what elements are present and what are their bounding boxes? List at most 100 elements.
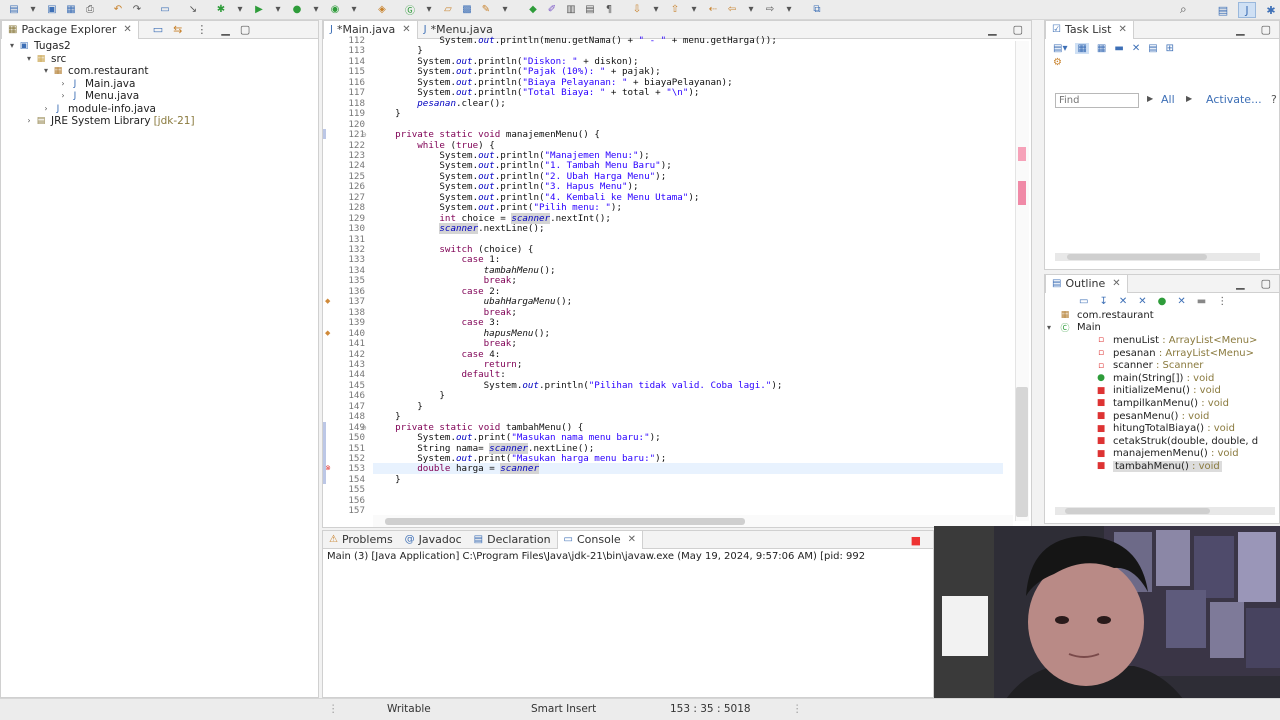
code-line[interactable]: break; — [373, 338, 517, 349]
categorized-icon[interactable]: ▦ — [1075, 42, 1089, 54]
close-icon[interactable]: ✕ — [1112, 278, 1120, 289]
hide-local-types-icon[interactable]: ✕ — [1177, 296, 1185, 307]
dropdown-icon[interactable]: ▾ — [648, 3, 664, 17]
code-line[interactable]: default: — [373, 369, 506, 380]
code-line[interactable]: System.out.println("Biaya Pelayanan: " +… — [373, 77, 732, 88]
dropdown-icon[interactable]: ▾ — [25, 3, 41, 17]
outline-item[interactable]: ■ cetakStruk(double, double, d — [1045, 435, 1279, 448]
debug-icon[interactable]: ✱ — [213, 3, 229, 17]
chevron-right-icon[interactable]: › — [58, 78, 68, 91]
find-input[interactable]: Find — [1055, 93, 1139, 108]
activate-link[interactable]: Activate... — [1206, 93, 1262, 106]
java-perspective-icon[interactable]: J — [1238, 2, 1256, 18]
code-line[interactable]: } — [373, 390, 445, 401]
back-icon[interactable]: ⇦ — [724, 3, 740, 17]
code-line[interactable]: System.out.print("Pilih menu: "); — [373, 202, 622, 213]
save-all-icon[interactable]: ▦ — [63, 3, 79, 17]
tab-console[interactable]: ▭ Console ✕ — [556, 530, 644, 549]
open-type-icon[interactable]: ▱ — [440, 3, 456, 17]
code-line[interactable]: } — [373, 401, 423, 412]
code-line[interactable]: System.out.println("Pilihan tidak valid.… — [373, 380, 783, 391]
expand-all-icon[interactable]: ▤ — [1148, 43, 1157, 54]
search-icon[interactable]: ⌕ — [1180, 2, 1187, 17]
code-line[interactable]: while (true) { — [373, 140, 495, 151]
outline-item[interactable]: ■ tambahMenu() : void — [1045, 460, 1279, 473]
editor-horizontal-scrollbar[interactable] — [373, 515, 1013, 527]
code-line[interactable]: String nama= scanner.nextLine(); — [373, 442, 594, 454]
minimize-icon[interactable]: ▁ — [988, 23, 996, 36]
dropdown-icon[interactable]: ▾ — [421, 3, 437, 17]
code-line[interactable]: } — [373, 108, 401, 119]
minimize-icon[interactable]: ▁ — [1236, 23, 1244, 36]
open-perspective-icon[interactable]: ▤ — [1214, 2, 1232, 18]
scheduled-icon[interactable]: ▦ — [1097, 43, 1106, 54]
chevron-down-icon[interactable]: ▾ — [7, 40, 17, 53]
code-line[interactable]: tambahMenu(); — [373, 265, 556, 276]
outline-item[interactable]: ■ pesanMenu() : void — [1045, 410, 1279, 423]
code-line[interactable]: System.out.println("4. Kembali ke Menu U… — [373, 192, 699, 203]
code-line[interactable]: } — [373, 45, 423, 56]
outline-item[interactable]: ■ hitungTotalBiaya() : void — [1045, 422, 1279, 435]
code-line[interactable]: System.out.println("3. Hapus Menu"); — [373, 181, 638, 192]
code-line[interactable]: System.out.println("Manajemen Menu:"); — [373, 150, 649, 161]
new-class-icon[interactable]: Ⓖ — [402, 3, 418, 17]
collapse-all-icon[interactable]: ▭ — [1079, 296, 1088, 307]
dropdown-icon[interactable]: ▾ — [497, 3, 513, 17]
search-tool-icon[interactable]: ✎ — [478, 3, 494, 17]
code-line[interactable]: return; — [373, 359, 523, 370]
tree-item[interactable]: › ▤ JRE System Library [jdk-21] — [1, 115, 318, 128]
outline-item[interactable]: ▫ menuList : ArrayList<Menu> — [1045, 334, 1279, 347]
scroll-thumb[interactable] — [385, 518, 745, 525]
tree-item[interactable]: ▾ ▦ src — [1, 53, 318, 66]
annotation-icon[interactable]: ◆ — [525, 3, 541, 17]
tab-declaration[interactable]: ▤ Declaration — [468, 531, 557, 549]
new-icon[interactable]: ▤ — [6, 3, 22, 17]
chevron-down-icon[interactable]: ▾ — [41, 65, 51, 78]
hide-completed-icon[interactable]: ▬ — [1114, 43, 1123, 54]
collapse-all-icon[interactable]: ✕ — [1132, 43, 1140, 54]
code-line[interactable]: System.out.println("Diskon: " + diskon); — [373, 56, 638, 67]
connect-mylyn-icon[interactable]: ⚙ — [1045, 57, 1279, 68]
dropdown-icon[interactable]: ▾ — [346, 3, 362, 17]
last-edit-icon[interactable]: ⇠ — [705, 3, 721, 17]
hide-nonpublic-icon[interactable]: ● — [1158, 296, 1167, 307]
code-line[interactable]: System.out.println("Total Biaya: " + tot… — [373, 87, 699, 98]
code-line[interactable]: break; — [373, 307, 517, 318]
view-menu-icon[interactable]: ⋮ — [196, 23, 207, 36]
word-wrap-icon[interactable]: ▥ — [563, 3, 579, 17]
close-icon[interactable]: ✕ — [123, 24, 131, 35]
code-line[interactable]: case 1: — [373, 254, 501, 265]
sort-icon[interactable]: ↧ — [1099, 296, 1107, 307]
code-line[interactable]: } — [373, 474, 401, 485]
code-line[interactable]: int choice = scanner.nextInt(); — [373, 212, 611, 224]
hide-static-icon[interactable]: ✕ — [1138, 296, 1146, 307]
maximize-icon[interactable]: ▢ — [1261, 277, 1271, 290]
code-line[interactable]: System.out.println(menu.getNama() + " - … — [373, 35, 776, 46]
fold-icon[interactable]: ⊖ — [361, 131, 367, 139]
terminal-icon[interactable]: ▭ — [157, 3, 173, 17]
print-icon[interactable]: ⎙ — [82, 3, 98, 17]
dropdown-icon[interactable]: ▾ — [781, 3, 797, 17]
code-line[interactable]: System.out.println("Pajak (10%): " + paj… — [373, 66, 660, 77]
chevron-right-icon[interactable]: › — [58, 90, 68, 103]
block-select-icon[interactable]: ▤ — [582, 3, 598, 17]
outline-item[interactable]: ■ initializeMenu() : void — [1045, 385, 1279, 398]
hide-fields-icon[interactable]: ✕ — [1119, 296, 1127, 307]
dropdown-icon[interactable]: ▾ — [232, 3, 248, 17]
redo-icon[interactable]: ↷ — [129, 3, 145, 17]
scroll-thumb[interactable] — [1067, 254, 1207, 260]
all-link[interactable]: All — [1161, 93, 1175, 106]
focus-icon[interactable]: ⊞ — [1166, 43, 1174, 54]
scroll-thumb[interactable] — [1016, 387, 1028, 517]
code-line[interactable]: hapusMenu(); — [373, 328, 550, 339]
outline-horizontal-scrollbar[interactable] — [1055, 507, 1275, 515]
link-editor-icon[interactable]: ⇆ — [173, 23, 182, 36]
next-annotation-icon[interactable]: ⇩ — [629, 3, 645, 17]
scroll-thumb[interactable] — [1018, 181, 1026, 205]
collapse-all-icon[interactable]: ▭ — [153, 23, 163, 36]
tree-item[interactable]: › J Menu.java — [1, 90, 318, 103]
debug-perspective-icon[interactable]: ✱ — [1262, 2, 1280, 18]
view-menu-icon[interactable]: ⋮ — [1217, 296, 1227, 307]
code-line[interactable]: ubahHargaMenu(); — [373, 296, 573, 307]
outline-item[interactable]: ▫ pesanan : ArrayList<Menu> — [1045, 347, 1279, 360]
